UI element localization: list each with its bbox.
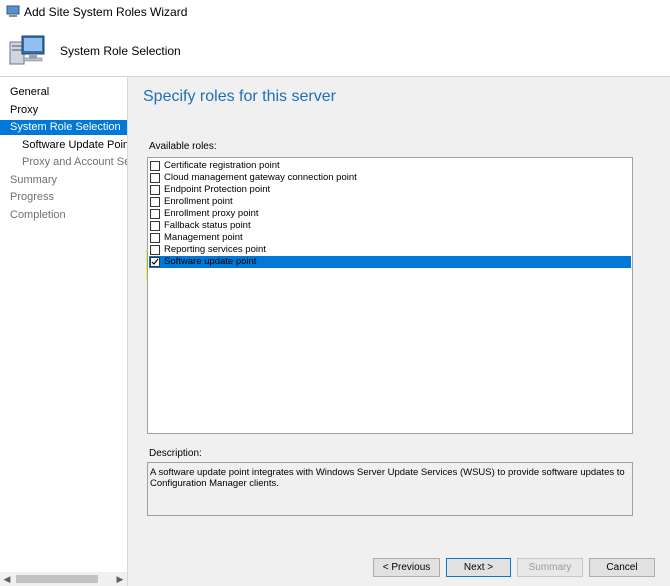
roles-list[interactable]: Certificate registration point Cloud man… — [147, 157, 633, 434]
section-heading: Specify roles for this server — [143, 88, 336, 105]
wizard-nav: General Proxy System Role Selection Soft… — [0, 77, 128, 586]
main-panel: Specify roles for this server Available … — [128, 77, 670, 547]
computer-icon — [9, 35, 45, 65]
wizard-header: System Role Selection — [0, 24, 670, 77]
available-roles-label: Available roles: — [149, 141, 217, 152]
role-item[interactable]: Fallback status point — [149, 220, 631, 232]
checkmark-icon — [151, 258, 159, 265]
nav-item-system-role-selection[interactable]: System Role Selection — [0, 120, 127, 135]
summary-button[interactable]: Summary — [517, 558, 583, 577]
cancel-button[interactable]: Cancel — [589, 558, 655, 577]
nav-item-summary[interactable]: Summary — [0, 173, 127, 188]
checkbox[interactable] — [150, 221, 160, 231]
window-title: Add Site System Roles Wizard — [24, 5, 188, 19]
role-item[interactable]: Enrollment proxy point — [149, 208, 631, 220]
checkbox[interactable] — [150, 161, 160, 171]
wizard-icon — [6, 5, 20, 17]
nav-item-progress[interactable]: Progress — [0, 190, 127, 205]
nav-item-completion[interactable]: Completion — [0, 208, 127, 223]
nav-item-proxy[interactable]: Proxy — [0, 103, 127, 118]
description-text: A software update point integrates with … — [150, 467, 625, 489]
checkbox[interactable] — [150, 233, 160, 243]
checkbox[interactable] — [150, 245, 160, 255]
checkbox[interactable] — [150, 173, 160, 183]
nav-horizontal-scrollbar[interactable]: ◀ ▶ — [0, 572, 127, 586]
checkbox[interactable] — [150, 185, 160, 195]
role-item-selected[interactable]: Software update point — [149, 256, 631, 268]
scrollbar-thumb[interactable] — [16, 575, 98, 583]
checkbox[interactable] — [150, 197, 160, 207]
scroll-right-icon[interactable]: ▶ — [113, 572, 127, 586]
next-button[interactable]: Next > — [446, 558, 511, 577]
description-box: A software update point integrates with … — [147, 462, 633, 516]
title-bar: Add Site System Roles Wizard — [0, 0, 670, 24]
checkbox-checked[interactable] — [150, 257, 160, 267]
nav-item-software-update-point[interactable]: Software Update Point — [0, 138, 127, 153]
nav-item-proxy-account-settings[interactable]: Proxy and Account Settin — [0, 155, 127, 170]
nav-item-general[interactable]: General — [0, 85, 127, 100]
role-item[interactable]: Enrollment point — [149, 196, 631, 208]
role-item[interactable]: Cloud management gateway connection poin… — [149, 172, 631, 184]
page-title: System Role Selection — [60, 44, 181, 58]
description-label: Description: — [149, 448, 202, 459]
wizard-footer: < Previous Next > Summary Cancel — [128, 547, 670, 586]
role-item[interactable]: Management point — [149, 232, 631, 244]
role-item[interactable]: Certificate registration point — [149, 160, 631, 172]
previous-button[interactable]: < Previous — [373, 558, 440, 577]
role-item[interactable]: Endpoint Protection point — [149, 184, 631, 196]
scroll-left-icon[interactable]: ◀ — [0, 572, 14, 586]
checkbox[interactable] — [150, 209, 160, 219]
role-item[interactable]: Reporting services point — [149, 244, 631, 256]
